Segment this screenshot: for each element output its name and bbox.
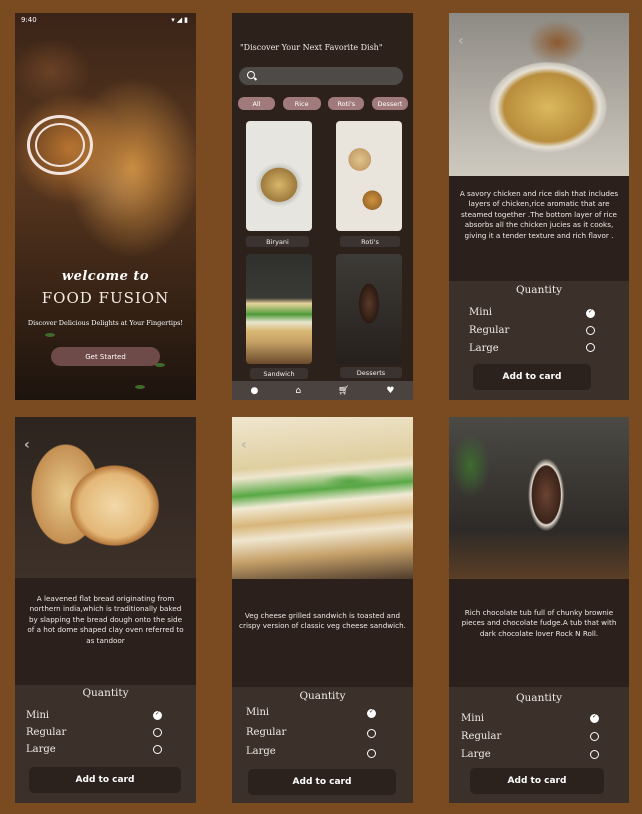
biryani-card-image[interactable] <box>246 121 312 231</box>
quantity-panel: Quantity Mini Regular Large Add to card <box>232 687 413 803</box>
onion-ring-inner-decor <box>35 123 85 167</box>
biryani-detail-screen: ‹ A savory chicken and rice dish that in… <box>449 13 629 400</box>
option-mini-label: Mini <box>469 307 493 318</box>
tab-all[interactable]: All <box>238 97 275 110</box>
option-regular-radio[interactable] <box>586 326 595 335</box>
tab-rice[interactable]: Rice <box>282 97 321 110</box>
option-mini-radio[interactable] <box>586 308 595 318</box>
page-title: "Discover Your Next Favorite Dish" <box>240 43 383 52</box>
cart-icon[interactable]: 🛒︎ <box>338 386 349 396</box>
option-mini-radio[interactable] <box>367 708 376 718</box>
back-arrow-icon[interactable]: ‹ <box>241 437 247 453</box>
quantity-panel: Quantity Mini Regular Large Add to card <box>449 281 629 400</box>
option-mini-label: Mini <box>461 713 485 724</box>
heart-icon[interactable]: ♥ <box>386 386 394 396</box>
option-large-label: Large <box>461 749 491 760</box>
option-large-radio[interactable] <box>367 749 376 758</box>
option-mini-radio[interactable] <box>153 710 162 720</box>
option-mini-radio[interactable] <box>590 713 599 723</box>
naan-hero-image <box>15 417 196 578</box>
option-regular-label: Regular <box>461 731 502 742</box>
option-large-radio[interactable] <box>590 750 599 759</box>
signal-battery-icon: ▾◢▮ <box>171 16 190 24</box>
option-large-radio[interactable] <box>153 745 162 754</box>
category-tabs: All Rice Roti's Dessert <box>238 97 408 110</box>
biryani-card-label[interactable]: Biryani <box>246 236 309 247</box>
add-to-cart-button[interactable]: Add to card <box>248 769 396 795</box>
back-arrow-icon[interactable]: ‹ <box>458 33 464 49</box>
option-regular-radio[interactable] <box>367 729 376 738</box>
tab-rotis[interactable]: Roti's <box>328 97 365 110</box>
biryani-hero-image <box>449 13 629 176</box>
roti-detail-screen: ‹ A leavened flat bread originating from… <box>15 417 196 803</box>
add-to-cart-button[interactable]: Add to card <box>29 767 181 793</box>
option-mini-label: Mini <box>26 710 50 721</box>
splash-screen: 9:40 ▾◢▮ welcome to FOOD FUSION Discover… <box>15 13 196 400</box>
option-large-label: Large <box>469 343 499 354</box>
sandwich-card-image[interactable] <box>246 254 312 364</box>
herb-leaf <box>135 385 145 389</box>
home-icon[interactable]: ⌂ <box>295 386 301 396</box>
option-regular-radio[interactable] <box>590 732 599 741</box>
option-regular-radio[interactable] <box>153 728 162 737</box>
get-started-button[interactable]: Get Started <box>51 347 160 366</box>
option-regular-label: Regular <box>26 727 67 738</box>
paratha-background-image <box>15 13 196 400</box>
option-large-radio[interactable] <box>586 343 595 352</box>
quantity-panel: Quantity Mini Regular Large Add to card <box>15 685 196 803</box>
option-regular-label: Regular <box>246 727 287 738</box>
quantity-panel: Quantity Mini Regular Large Add to card <box>449 687 629 803</box>
sandwich-detail-screen: ‹ Veg cheese grilled sandwich is toasted… <box>232 417 413 803</box>
rotis-card-image[interactable] <box>336 121 402 231</box>
option-large-label: Large <box>246 746 276 757</box>
option-large-label: Large <box>26 744 56 755</box>
sandwich-card-label[interactable]: Sandwich <box>250 368 308 379</box>
status-bar: 9:40 ▾◢▮ <box>15 13 196 27</box>
quantity-title: Quantity <box>515 284 563 296</box>
search-icon <box>247 71 255 79</box>
option-regular-label: Regular <box>469 325 510 336</box>
desserts-card-label[interactable]: Desserts <box>340 367 402 378</box>
dessert-detail-screen: Rich chocolate tub full of chunky browni… <box>449 417 629 803</box>
dessert-hero-image <box>449 417 629 579</box>
brand-title: FOOD FUSION <box>41 289 170 307</box>
sandwich-hero-image <box>232 417 413 579</box>
herb-leaf <box>45 333 55 337</box>
option-mini-label: Mini <box>246 707 270 718</box>
quantity-title: Quantity <box>515 692 563 704</box>
add-to-cart-button[interactable]: Add to card <box>470 768 604 794</box>
quantity-title: Quantity <box>82 687 129 699</box>
tab-dessert[interactable]: Dessert <box>371 97 408 110</box>
search-input[interactable] <box>239 67 403 85</box>
profile-icon[interactable]: ● <box>250 386 258 396</box>
dish-description: Veg cheese grilled sandwich is toasted a… <box>239 611 406 631</box>
add-to-cart-button[interactable]: Add to card <box>473 364 591 390</box>
back-arrow-icon[interactable]: ‹ <box>24 437 30 453</box>
home-screen: "Discover Your Next Favorite Dish" All R… <box>232 13 413 400</box>
rotis-card-label[interactable]: Roti's <box>340 236 400 247</box>
status-time: 9:40 <box>21 16 37 24</box>
dish-description: Rich chocolate tub full of chunky browni… <box>461 608 617 638</box>
quantity-title: Quantity <box>299 690 346 702</box>
welcome-text: welcome to <box>61 269 150 284</box>
bottom-nav: ● ⌂ 🛒︎ ♥ <box>232 381 413 400</box>
tagline: Discover Delicious Delights at Your Fing… <box>27 319 184 327</box>
dish-description: A leavened flat bread originating from n… <box>27 594 184 645</box>
dish-description: A savory chicken and rice dish that incl… <box>459 189 619 240</box>
desserts-card-image[interactable] <box>336 254 402 364</box>
